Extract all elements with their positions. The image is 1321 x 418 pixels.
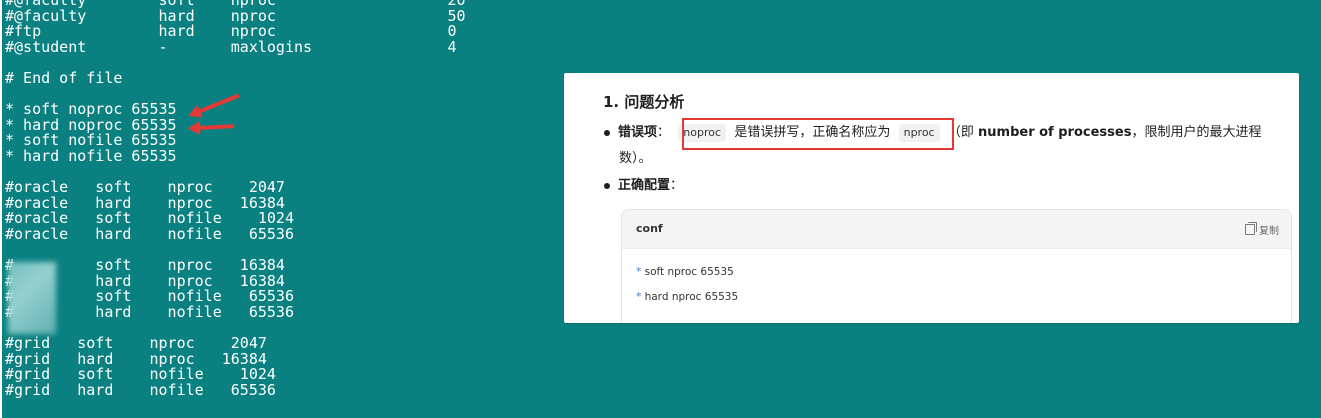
bullet-wrong-item-continued: 数）。 — [619, 151, 652, 166]
wrong-item-label: 错误项 — [618, 125, 658, 140]
bullet-wrong-item: 错误项： noproc 是错误拼写，正确名称应为 nproc （即 number… — [604, 120, 1261, 146]
terminal-line: #oracle hard nofile 65536 — [5, 225, 294, 243]
wrong-item-text: 是错误拼写，正确名称应为 — [734, 125, 891, 140]
answer-card: 1. 问题分析 错误项： noproc 是错误拼写，正确名称应为 nproc （… — [564, 73, 1299, 323]
explain-post: ，限制用户的最大进程 — [1131, 125, 1262, 140]
redacted-username-blur — [8, 262, 56, 334]
colon: ： — [670, 178, 684, 193]
explain-pre: （即 — [947, 125, 979, 140]
copy-label: 复制 — [1259, 226, 1279, 237]
bullet-dot — [604, 129, 610, 136]
code-block-header: conf 复制 — [622, 210, 1291, 249]
terminal-edge — [0, 0, 2, 418]
bullet-correct-config: 正确配置： — [604, 173, 683, 199]
code-star: * — [636, 291, 642, 303]
code-line-1: * soft nproc 65535 — [636, 266, 734, 278]
code-star: * — [636, 266, 642, 278]
colon: ： — [657, 125, 671, 140]
terminal-line: #grid hard nofile 65536 — [5, 381, 276, 399]
code-block: conf 复制 * soft nproc 65535 * hard nproc … — [621, 209, 1292, 323]
copy-icon — [1245, 222, 1257, 235]
terminal-line: #@student - maxlogins 4 — [5, 37, 457, 56]
inline-code-nproc: nproc — [898, 124, 940, 142]
code-line-text: hard nproc 65535 — [644, 291, 739, 303]
terminal-line: * hard nofile 65535 — [5, 147, 177, 165]
explain-bold: number of processes — [978, 125, 1132, 140]
inline-code-noproc: noproc — [678, 124, 727, 142]
copy-button[interactable]: 复制 — [1245, 222, 1279, 237]
bullet-dot — [604, 182, 610, 189]
code-line-text: soft nproc 65535 — [644, 266, 734, 278]
section-heading: 1. 问题分析 — [603, 93, 685, 111]
code-line-2: * hard nproc 65535 — [636, 291, 738, 303]
correct-config-label: 正确配置 — [618, 178, 671, 193]
code-language-label: conf — [636, 222, 663, 235]
terminal-window: #@faculty soft nproc 20 #@faculty hard np… — [0, 0, 545, 418]
terminal-line: # End of file — [5, 69, 123, 87]
